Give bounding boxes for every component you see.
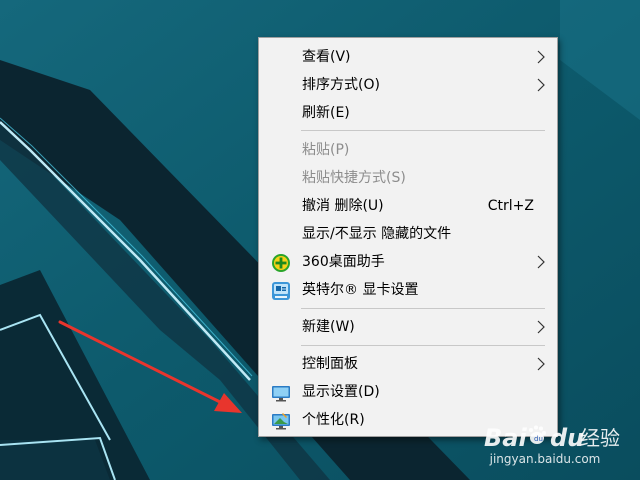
baidu-jingyan-watermark: Bai du du 经验 jingyan.baidu.com bbox=[480, 418, 630, 474]
watermark-brand: Bai bbox=[484, 424, 527, 452]
svg-text:du: du bbox=[534, 435, 543, 443]
annotation-arrow bbox=[58, 320, 242, 413]
baidu-logo: Bai du du 经验 bbox=[484, 424, 620, 452]
watermark-cn: 经验 bbox=[580, 426, 620, 450]
watermark-site: jingyan.baidu.com bbox=[489, 452, 601, 466]
